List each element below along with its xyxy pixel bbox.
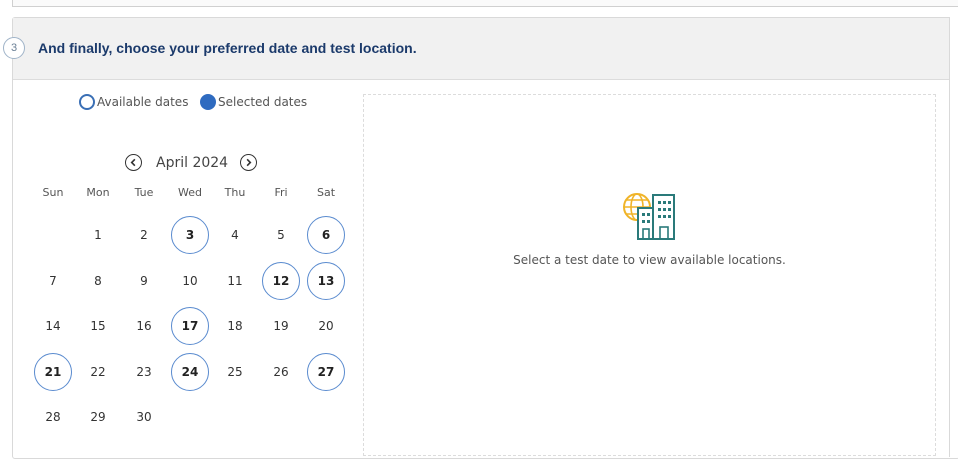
calendar-day: 2 — [140, 228, 148, 242]
calendar-day-available[interactable]: 12 — [262, 262, 300, 300]
calendar-day: 15 — [90, 319, 106, 333]
globe-buildings-icon — [623, 193, 675, 240]
calendar-day: 25 — [227, 365, 243, 379]
calendar-day: 30 — [136, 410, 152, 424]
calendar-day: 18 — [227, 319, 243, 333]
chevron-left-icon — [130, 158, 136, 167]
previous-step-panel-edge — [12, 0, 958, 7]
calendar-day: 16 — [136, 319, 152, 333]
calendar-day-available[interactable]: 27 — [307, 353, 345, 391]
calendar-day: 14 — [45, 319, 61, 333]
locations-empty-message: Select a test date to view available loc… — [513, 253, 786, 267]
calendar-day-available[interactable]: 17 — [171, 307, 209, 345]
weekday-header: Thu — [224, 186, 246, 199]
weekday-header: Sat — [316, 186, 336, 199]
legend-available-label: Available dates — [97, 95, 189, 109]
weekday-header: Sun — [42, 186, 64, 199]
legend-available: Available dates — [79, 94, 188, 110]
calendar-day: 26 — [273, 365, 289, 379]
calendar-day: 9 — [140, 274, 148, 288]
weekday-header: Wed — [178, 186, 202, 199]
calendar-day: 19 — [273, 319, 289, 333]
panel-right-edge — [949, 17, 958, 457]
calendar-day-available[interactable]: 24 — [171, 353, 209, 391]
weekday-header: Fri — [274, 186, 288, 199]
calendar-day: 10 — [182, 274, 198, 288]
calendar-day: 7 — [49, 274, 57, 288]
selected-dates-swatch-icon — [200, 94, 216, 110]
calendar-day: 23 — [136, 365, 152, 379]
chevron-right-icon — [246, 158, 252, 167]
available-dates-swatch-icon — [79, 94, 95, 110]
calendar-day: 20 — [318, 319, 334, 333]
calendar-day: 4 — [231, 228, 239, 242]
legend-selected-label: Selected dates — [218, 95, 308, 109]
locations-panel: Select a test date to view available loc… — [363, 94, 936, 456]
step-title: And finally, choose your preferred date … — [38, 40, 417, 56]
step-header: 3 And finally, choose your preferred dat… — [3, 18, 958, 80]
calendar-day-available[interactable]: 21 — [34, 353, 72, 391]
step-number-badge: 3 — [3, 37, 25, 59]
calendar-day: 29 — [90, 410, 106, 424]
calendar-day-available[interactable]: 6 — [307, 216, 345, 254]
calendar-month-label: April 2024 — [156, 154, 229, 171]
next-month-button[interactable] — [240, 154, 258, 171]
weekday-header: Mon — [86, 186, 110, 199]
calendar-day-available[interactable]: 13 — [307, 262, 345, 300]
calendar-day: 1 — [94, 228, 102, 242]
calendar-navigation: April 2024 — [125, 154, 258, 171]
calendar-day: 11 — [227, 274, 243, 288]
weekday-header: Tue — [134, 186, 154, 199]
calendar-day: 8 — [94, 274, 102, 288]
previous-month-button[interactable] — [125, 154, 142, 171]
legend-selected: Selected dates — [200, 94, 307, 110]
calendar-day-available[interactable]: 3 — [171, 216, 209, 254]
calendar-day: 28 — [45, 410, 61, 424]
calendar-day: 22 — [90, 365, 106, 379]
calendar-day: 5 — [277, 228, 285, 242]
